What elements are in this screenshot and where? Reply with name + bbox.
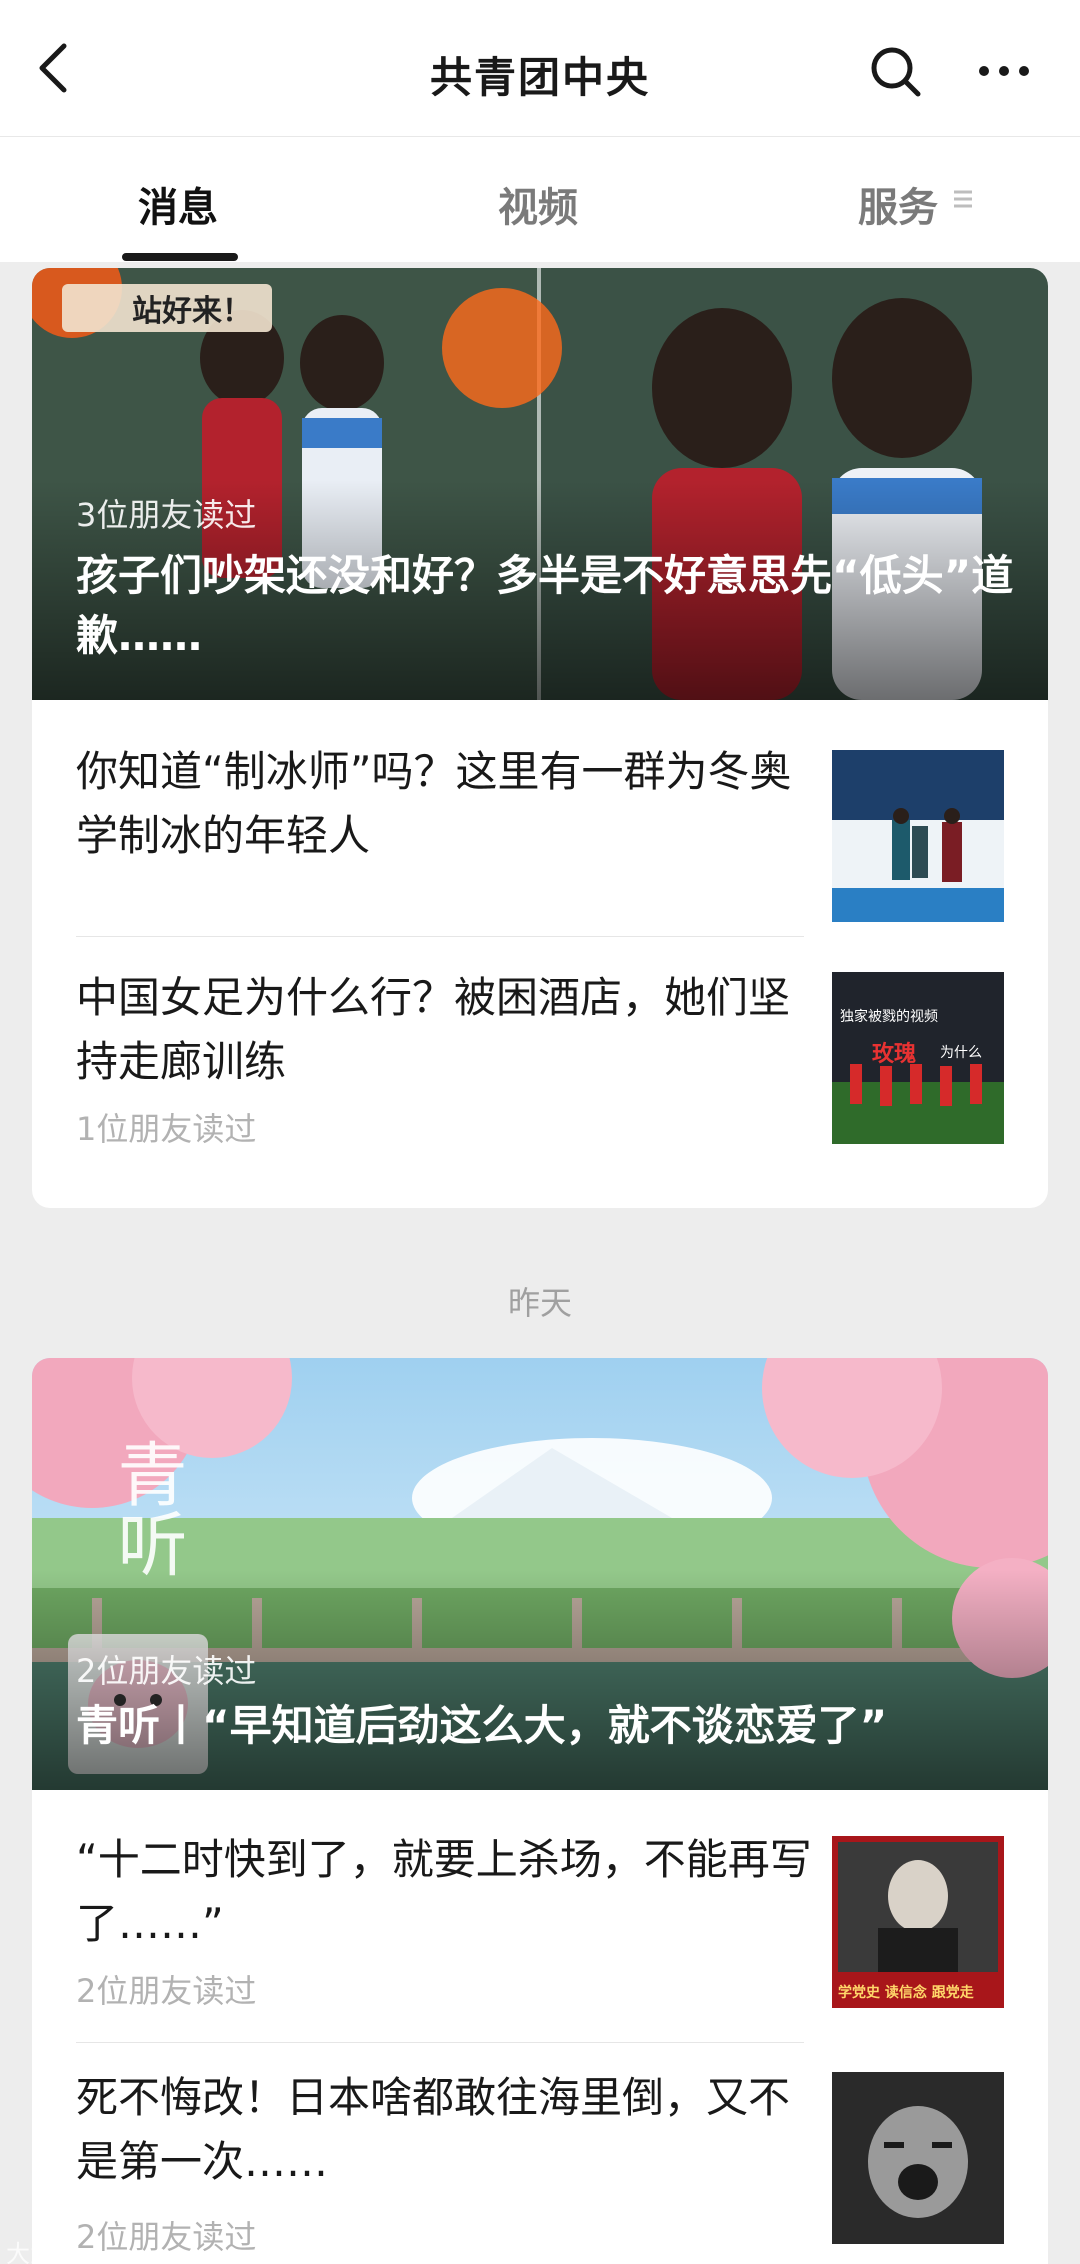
article-group-card: 青听 2位朋友读过 青听丨“早知道后劲这么大，就不谈恋爱了” “十二时快到了，就… bbox=[32, 1358, 1048, 2264]
cover-caption: 站好来！ bbox=[132, 294, 252, 329]
thumb-text: 为什么 bbox=[940, 1045, 982, 1061]
article-title: “十二时快到了，就要上杀场，不能再写了……” bbox=[76, 1835, 812, 1948]
article-thumbnail: 学党史 读信念 跟党走 bbox=[832, 1836, 1004, 2008]
column-logo: 青听 bbox=[106, 1438, 188, 1578]
friends-read-label: 2位朋友读过 bbox=[76, 2218, 257, 2256]
tab-bar: 消息 视频 服务 bbox=[0, 136, 1080, 262]
article-thumbnail: 独家被戮的视频 玫瑰 为什么 bbox=[832, 972, 1004, 1144]
list-item[interactable]: 中国女足为什么行？被困酒店，她们坚持走廊训练 1位朋友读过 独家被戮的视频 玫瑰… bbox=[32, 936, 1048, 1208]
tab-messages[interactable]: 消息 bbox=[138, 175, 218, 233]
friends-read-label: 3位朋友读过 bbox=[76, 496, 257, 534]
list-item[interactable]: 死不悔改！日本啥都敢往海里倒，又不是第一次…… 2位朋友读过 bbox=[32, 2042, 1048, 2264]
article-thumbnail bbox=[832, 750, 1004, 922]
thumb-text: 玫瑰 bbox=[872, 1042, 917, 1067]
thumb-caption: 学党史 读信念 跟党走 bbox=[838, 1985, 974, 2001]
article-group-card: 站好来！ 3位朋友读过 孩子们吵架还没和好？多半是不好意思先“低头”道歉…… 你… bbox=[32, 268, 1048, 1208]
list-item[interactable]: “十二时快到了，就要上杀场，不能再写了……” 2位朋友读过 学党史 读信念 跟党… bbox=[32, 1790, 1048, 2042]
tab-services[interactable]: 服务 bbox=[858, 175, 938, 233]
top-bar: 共青团中央 bbox=[0, 0, 1080, 136]
more-dots-icon[interactable] bbox=[976, 56, 1032, 86]
date-label: 昨天 bbox=[507, 1284, 572, 1322]
lead-article-title: 孩子们吵架还没和好？多半是不好意思先“低头”道歉…… bbox=[76, 551, 1014, 660]
article-title: 死不悔改！日本啥都敢往海里倒，又不是第一次…… bbox=[76, 2073, 791, 2186]
article-title: 你知道“制冰师”吗？这里有一群为冬奥学制冰的年轻人 bbox=[76, 747, 792, 860]
lead-article-title: 青听丨“早知道后劲这么大，就不谈恋爱了” bbox=[76, 1701, 888, 1750]
list-item[interactable]: 你知道“制冰师”吗？这里有一群为冬奥学制冰的年轻人 bbox=[32, 700, 1048, 936]
friends-read-label: 2位朋友读过 bbox=[76, 1972, 257, 2010]
menu-lines-icon[interactable] bbox=[950, 186, 976, 212]
tab-videos[interactable]: 视频 bbox=[498, 175, 578, 233]
friends-read-label: 2位朋友读过 bbox=[76, 1652, 257, 1690]
lead-article-cover[interactable]: 青听 2位朋友读过 青听丨“早知道后劲这么大，就不谈恋爱了” bbox=[32, 1358, 1048, 1790]
lead-article-cover[interactable]: 站好来！ 3位朋友读过 孩子们吵架还没和好？多半是不好意思先“低头”道歉…… bbox=[32, 268, 1048, 700]
watermark: 大鱼号 bbox=[6, 2240, 78, 2264]
thumb-text: 独家被戮的视频 bbox=[840, 1009, 938, 1025]
article-title: 中国女足为什么行？被困酒店，她们坚持走廊训练 bbox=[76, 973, 791, 1086]
article-thumbnail bbox=[832, 2072, 1004, 2244]
friends-read-label: 1位朋友读过 bbox=[76, 1110, 257, 1148]
search-icon[interactable] bbox=[868, 44, 924, 100]
active-tab-indicator bbox=[122, 253, 238, 261]
